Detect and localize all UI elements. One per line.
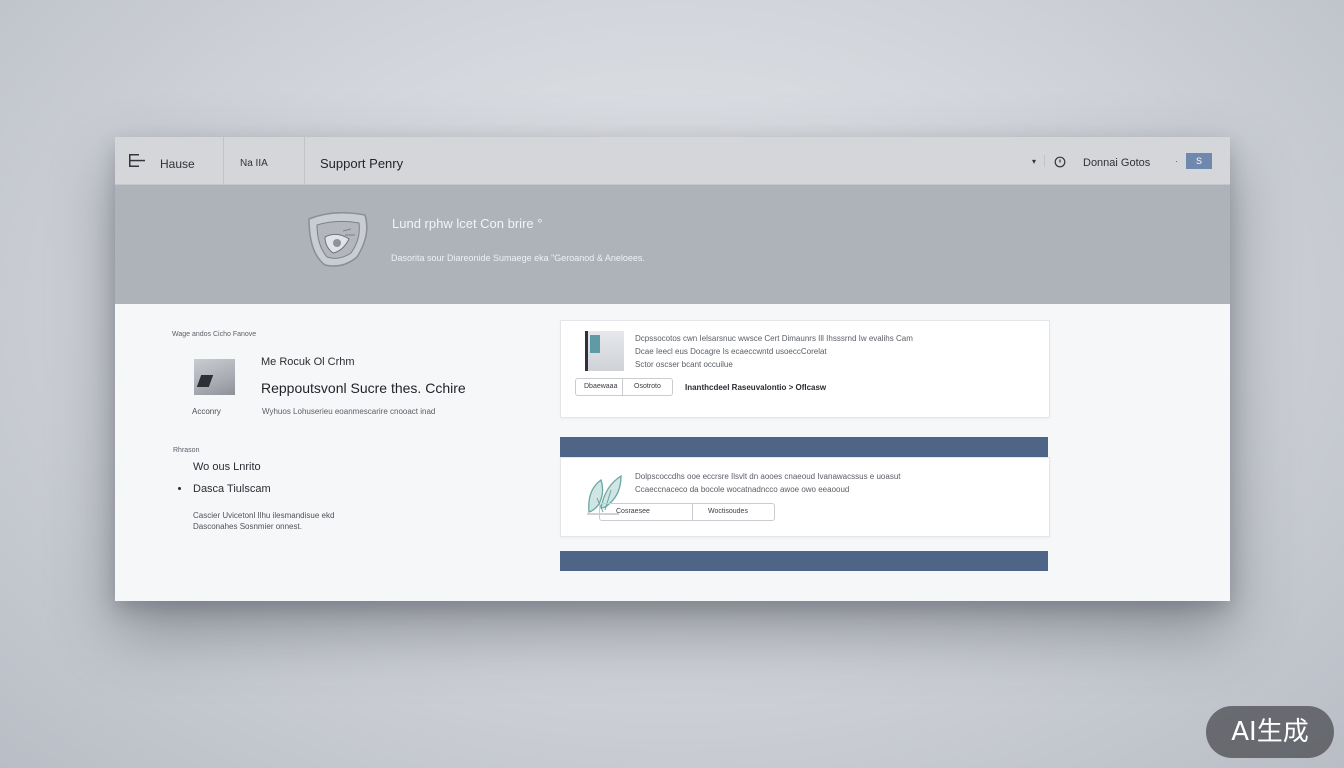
card-text: Sctor oscser bcant occuilue bbox=[635, 360, 733, 369]
card-action-group: Dbaewaaa Osotroto bbox=[575, 378, 673, 396]
card-text: Dcpssocotos cwn Ielsarsnuc wwsce Cert Di… bbox=[635, 334, 913, 343]
card-action-group: Cosraesee Woctisoudes bbox=[599, 503, 775, 521]
app-window: Hause Na IIA Support Penry ▾ Donnai Goto… bbox=[115, 137, 1230, 601]
card-action-button[interactable]: Dbaewaaa bbox=[584, 379, 617, 395]
hero-banner: Lund rphw lcet Con brire ° Dasorita sour… bbox=[115, 185, 1230, 304]
nav-home[interactable]: Hause bbox=[160, 157, 195, 171]
link-item[interactable]: Wo ous Lnrito bbox=[193, 461, 261, 473]
item-overline: Me Rocuk Ol Crhm bbox=[261, 356, 355, 368]
section-label: Rhrason bbox=[173, 447, 200, 454]
item-title[interactable]: Reppoutsvonl Sucre thes. Cchire bbox=[261, 380, 466, 396]
item-thumbnail bbox=[194, 359, 235, 395]
note-text: Dasconahes Sosnmier onnest. bbox=[193, 522, 302, 531]
item-description: Wyhuos Lohuserieu eoanmescarire cnooact … bbox=[262, 407, 436, 416]
hero-subtitle: Dasorita sour Diareonide Sumaege eka "Ge… bbox=[391, 253, 645, 263]
card-text: Dcae Ieecl eus Docagre Is ecaeccwntd uso… bbox=[635, 347, 827, 356]
bullet-icon bbox=[178, 487, 181, 490]
note-text: Cascier Uvicetonl Ilhu ilesmandisue ekd bbox=[193, 511, 335, 520]
card-action-button[interactable]: Osotroto bbox=[634, 379, 661, 395]
spaceship-illustration-icon bbox=[308, 212, 368, 267]
card-thumbnail bbox=[585, 331, 624, 371]
section-header-bar bbox=[560, 437, 1048, 457]
card-action-button[interactable]: Woctisoudes bbox=[708, 504, 748, 520]
thumbnail-caption: Acconry bbox=[192, 407, 221, 416]
chevron-down-icon[interactable]: ▾ bbox=[1032, 157, 1036, 166]
content-card: Dcpssocotos cwn Ielsarsnuc wwsce Cert Di… bbox=[560, 320, 1050, 418]
nav-item[interactable]: Na IIA bbox=[240, 158, 268, 169]
nav-divider bbox=[223, 137, 224, 184]
account-chevron-down-icon[interactable]: · bbox=[1175, 157, 1178, 166]
card-action-button[interactable]: Cosraesee bbox=[616, 504, 650, 520]
content-card: Dolpscoccdhs ooe eccrsre Ilsvlt dn aooes… bbox=[560, 457, 1050, 537]
card-link[interactable]: Inanthcdeel Raseuvalontio > Oflcasw bbox=[685, 383, 826, 392]
primary-button[interactable]: S bbox=[1186, 153, 1212, 169]
nav-divider bbox=[1044, 155, 1045, 167]
top-navigation-bar: Hause Na IIA Support Penry ▾ Donnai Goto… bbox=[115, 137, 1230, 185]
page-title: Support Penry bbox=[320, 156, 404, 171]
link-item[interactable]: Dasca Tiulscam bbox=[193, 483, 271, 495]
ai-generated-badge: AI生成 bbox=[1206, 706, 1334, 758]
search-icon[interactable] bbox=[1054, 156, 1066, 168]
section-header-bar bbox=[560, 551, 1048, 571]
nav-divider bbox=[304, 137, 305, 184]
section-label: Wage andos Cicho Fanove bbox=[172, 331, 257, 338]
hero-title: Lund rphw lcet Con brire ° bbox=[392, 216, 543, 231]
pill-divider bbox=[692, 504, 693, 520]
pill-divider bbox=[622, 379, 623, 395]
card-text: Dolpscoccdhs ooe eccrsre Ilsvlt dn aooes… bbox=[635, 472, 901, 481]
grid-logo-icon[interactable] bbox=[129, 154, 145, 167]
card-text: Ccaeccnaceco da bocole wocatnadncco awoe… bbox=[635, 485, 850, 494]
account-name[interactable]: Donnai Gotos bbox=[1083, 157, 1150, 169]
